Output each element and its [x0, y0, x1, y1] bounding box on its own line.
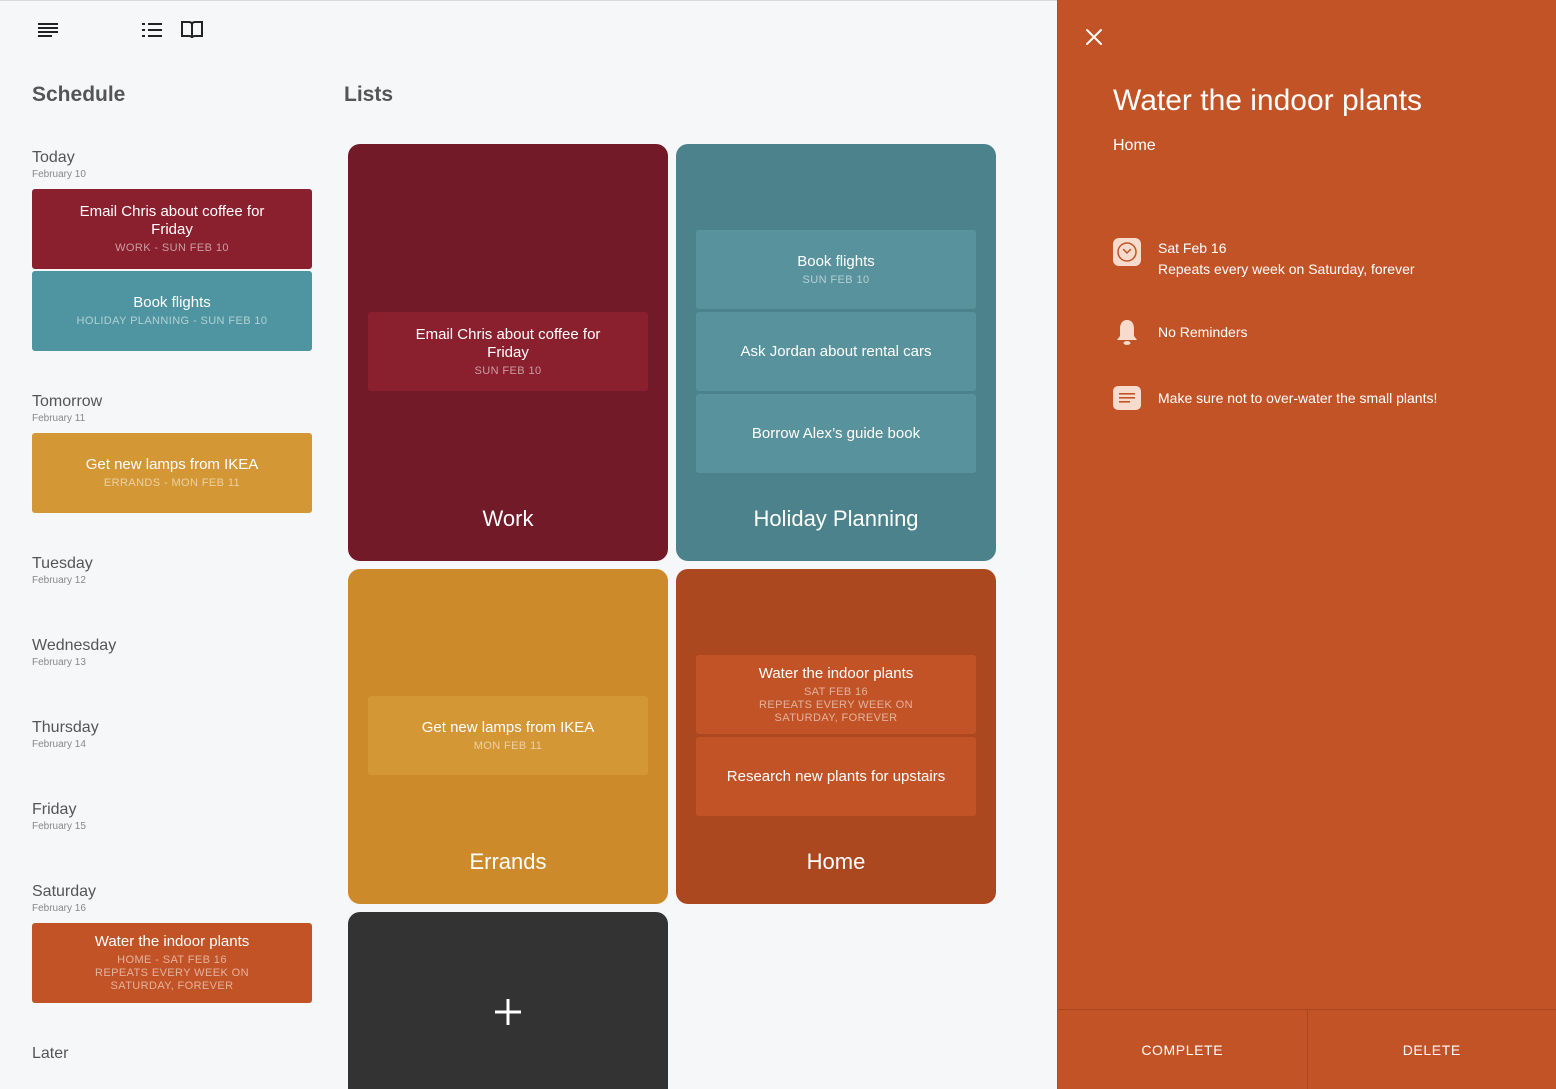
day-tuesday: Tuesday February 12	[32, 555, 312, 586]
detail-list-name[interactable]: Home	[1113, 137, 1156, 155]
note-icon	[1113, 386, 1141, 410]
card-item-book-flights[interactable]: Book flights SUN FEB 10	[696, 230, 976, 309]
list-name: Holiday Planning	[753, 506, 919, 531]
card-item-email-chris[interactable]: Email Chris about coffee for Friday SUN …	[368, 312, 648, 391]
detail-title[interactable]: Water the indoor plants	[1113, 84, 1422, 118]
day-name: Friday	[32, 801, 77, 818]
day-tomorrow: Tomorrow February 11	[32, 393, 312, 424]
item-title: Book flights	[797, 252, 875, 270]
complete-button[interactable]: COMPLETE	[1058, 1010, 1307, 1089]
schedule-item-email-chris[interactable]: Email Chris about coffee for Friday WORK…	[32, 189, 312, 269]
list-card-holiday-planning[interactable]: Book flights SUN FEB 10 Ask Jordan about…	[676, 144, 996, 561]
item-title: Ask Jordan about rental cars	[740, 342, 932, 360]
schedule-item-ikea-lamps[interactable]: Get new lamps from IKEA ERRANDS - MON FE…	[32, 433, 312, 513]
detail-reminders: No Reminders	[1158, 323, 1248, 340]
day-thursday: Thursday February 14	[32, 719, 312, 750]
item-subtitle: SUN FEB 10	[474, 364, 542, 377]
item-subtitle: WORK - SUN FEB 10	[115, 242, 229, 254]
item-title: Email Chris about coffee for Friday	[79, 203, 265, 238]
card-item-rental-cars[interactable]: Ask Jordan about rental cars	[696, 312, 976, 391]
item-subtitle: SUN FEB 10	[802, 273, 870, 286]
list-name: Work	[482, 506, 534, 531]
day-date: February 15	[32, 821, 86, 832]
plus-icon	[495, 999, 521, 1025]
item-title: Get new lamps from IKEA	[85, 456, 259, 473]
item-title: Research new plants for upstairs	[726, 767, 946, 785]
schedule-item-book-flights[interactable]: Book flights HOLIDAY PLANNING - SUN FEB …	[32, 271, 312, 351]
book-view-button[interactable]	[179, 17, 205, 43]
item-subtitle: MON FEB 11	[473, 739, 543, 752]
item-title: Water the indoor plants	[758, 664, 914, 682]
delete-button[interactable]: DELETE	[1306, 1010, 1556, 1089]
day-name: Thursday	[32, 719, 99, 736]
day-name: Tuesday	[32, 555, 93, 572]
item-title: Email Chris about coffee for Friday	[415, 325, 601, 361]
day-name: Tomorrow	[32, 393, 103, 410]
book-icon	[181, 21, 203, 39]
list-name: Errands	[469, 849, 547, 874]
item-title: Borrow Alex’s guide book	[751, 424, 921, 442]
list-icon	[142, 23, 162, 37]
add-list-button[interactable]	[348, 912, 668, 1089]
item-title: Book flights	[133, 294, 211, 311]
menu-icon	[38, 23, 58, 37]
day-date: February 12	[32, 575, 86, 586]
card-item-guide-book[interactable]: Borrow Alex’s guide book	[696, 394, 976, 473]
detail-note: Make sure not to over-water the small pl…	[1158, 389, 1438, 406]
item-repeat: REPEATS EVERY WEEK ON SATURDAY, FOREVER	[759, 698, 913, 724]
item-subtitle: HOLIDAY PLANNING - SUN FEB 10	[76, 315, 268, 327]
day-name: Today	[32, 149, 75, 166]
list-card-errands[interactable]: Get new lamps from IKEA MON FEB 11 Erran…	[348, 569, 668, 904]
bell-icon	[1117, 320, 1137, 345]
close-icon	[1086, 29, 1102, 45]
day-date: February 11	[32, 413, 86, 424]
day-friday: Friday February 15	[32, 801, 312, 832]
close-button[interactable]	[1082, 25, 1106, 49]
item-repeat: REPEATS EVERY WEEK ON SATURDAY, FOREVER	[95, 967, 249, 992]
detail-repeat: Repeats every week on Saturday, forever	[1158, 261, 1415, 277]
day-later: Later	[32, 1045, 312, 1063]
lists-title: Lists	[344, 83, 394, 106]
detail-date: Sat Feb 16	[1158, 240, 1227, 256]
item-title: Get new lamps from IKEA	[421, 718, 595, 736]
list-name: Home	[806, 849, 866, 874]
card-item-water-plants[interactable]: Water the indoor plants SAT FEB 16 REPEA…	[696, 655, 976, 734]
detail-reminders-row[interactable]: No Reminders	[1113, 318, 1247, 346]
clock-icon	[1113, 238, 1141, 266]
day-name: Later	[32, 1045, 69, 1062]
detail-due-date-row[interactable]: Sat Feb 16 Repeats every week on Saturda…	[1113, 238, 1415, 280]
day-saturday: Saturday February 16	[32, 883, 312, 914]
detail-footer: COMPLETE DELETE	[1058, 1009, 1556, 1089]
item-subtitle: HOME - SAT FEB 16	[117, 954, 227, 966]
day-date: February 14	[32, 739, 86, 750]
card-item-research-plants[interactable]: Research new plants for upstairs	[696, 737, 976, 816]
item-subtitle: ERRANDS - MON FEB 11	[103, 477, 241, 489]
list-card-home[interactable]: Water the indoor plants SAT FEB 16 REPEA…	[676, 569, 996, 904]
detail-note-row[interactable]: Make sure not to over-water the small pl…	[1113, 384, 1437, 412]
day-date: February 16	[32, 903, 86, 914]
item-subtitle: SAT FEB 16	[803, 685, 869, 698]
day-name: Saturday	[32, 883, 97, 900]
day-wednesday: Wednesday February 13	[32, 637, 312, 668]
menu-button[interactable]	[35, 17, 61, 43]
detail-panel: Water the indoor plants Home Sat Feb 16 …	[1057, 0, 1556, 1089]
list-view-button[interactable]	[139, 17, 165, 43]
schedule-title: Schedule	[32, 83, 126, 106]
list-card-work[interactable]: Email Chris about coffee for Friday SUN …	[348, 144, 668, 561]
card-item-ikea-lamps[interactable]: Get new lamps from IKEA MON FEB 11	[368, 696, 648, 775]
day-today: Today February 10	[32, 149, 312, 180]
day-date: February 13	[32, 657, 86, 668]
day-date: February 10	[32, 169, 86, 180]
main-area: Schedule Today February 10 Email Chris a…	[0, 0, 1057, 1089]
day-name: Wednesday	[32, 637, 117, 654]
schedule-item-water-plants[interactable]: Water the indoor plants HOME - SAT FEB 1…	[32, 923, 312, 1003]
item-title: Water the indoor plants	[94, 933, 250, 950]
